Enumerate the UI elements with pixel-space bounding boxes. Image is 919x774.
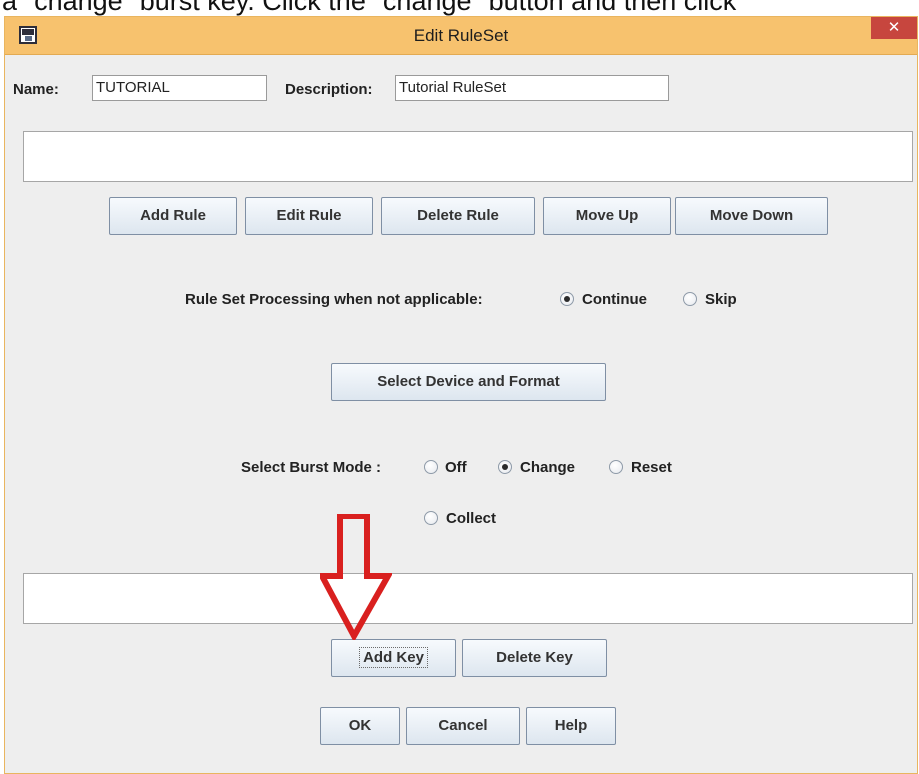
add-rule-button[interactable]: Add Rule [109, 197, 237, 235]
title-bar[interactable]: Edit RuleSet ✕ [5, 17, 917, 55]
skip-radio-label: Skip [705, 291, 737, 308]
ok-button[interactable]: OK [320, 707, 400, 745]
move-up-label: Move Up [575, 207, 639, 224]
delete-key-label: Delete Key [496, 649, 573, 666]
burst-collect-label: Collect [446, 510, 497, 527]
burst-off-radio[interactable] [424, 460, 438, 474]
burst-change-radio[interactable] [498, 460, 512, 474]
burst-collect-radio[interactable] [424, 511, 438, 525]
burst-reset-label: Reset [631, 459, 672, 476]
processing-label: Rule Set Processing when not applicable: [185, 291, 483, 308]
help-label: Help [554, 717, 588, 734]
burst-change-label: Change [520, 459, 576, 476]
window-title: Edit RuleSet [413, 26, 509, 45]
description-label: Description: [285, 81, 373, 98]
add-key-label: Add Key [359, 647, 428, 668]
burst-mode-label: Select Burst Mode : [241, 459, 382, 476]
cancel-button[interactable]: Cancel [406, 707, 520, 745]
select-device-format-button[interactable]: Select Device and Format [331, 363, 606, 401]
burst-reset-radio[interactable] [609, 460, 623, 474]
rules-list[interactable] [23, 131, 913, 182]
edit-rule-label: Edit Rule [276, 207, 342, 224]
down-arrow-icon [320, 514, 392, 640]
skip-radio[interactable] [683, 292, 697, 306]
close-button[interactable]: ✕ [871, 17, 917, 39]
cancel-label: Cancel [438, 717, 488, 734]
delete-rule-label: Delete Rule [417, 207, 499, 224]
move-up-button[interactable]: Move Up [543, 197, 671, 235]
edit-ruleset-dialog: Edit RuleSet ✕ Name: TUTORIAL Descriptio… [4, 16, 918, 774]
down-arrow-shape [320, 514, 392, 640]
description-field[interactable]: Tutorial RuleSet [395, 75, 669, 101]
ok-label: OK [348, 717, 372, 734]
name-field[interactable]: TUTORIAL [92, 75, 267, 101]
continue-radio-label: Continue [582, 291, 647, 308]
select-device-format-label: Select Device and Format [377, 373, 560, 390]
delete-rule-button[interactable]: Delete Rule [381, 197, 535, 235]
move-down-label: Move Down [709, 207, 794, 224]
help-button[interactable]: Help [526, 707, 616, 745]
burst-off-label: Off [445, 459, 467, 476]
keys-list[interactable] [23, 573, 913, 624]
name-label: Name: [13, 81, 59, 98]
delete-key-button[interactable]: Delete Key [462, 639, 607, 677]
continue-radio[interactable] [560, 292, 574, 306]
add-rule-label: Add Rule [140, 207, 206, 224]
edit-rule-button[interactable]: Edit Rule [245, 197, 373, 235]
add-key-button[interactable]: Add Key [331, 639, 456, 677]
move-down-button[interactable]: Move Down [675, 197, 828, 235]
